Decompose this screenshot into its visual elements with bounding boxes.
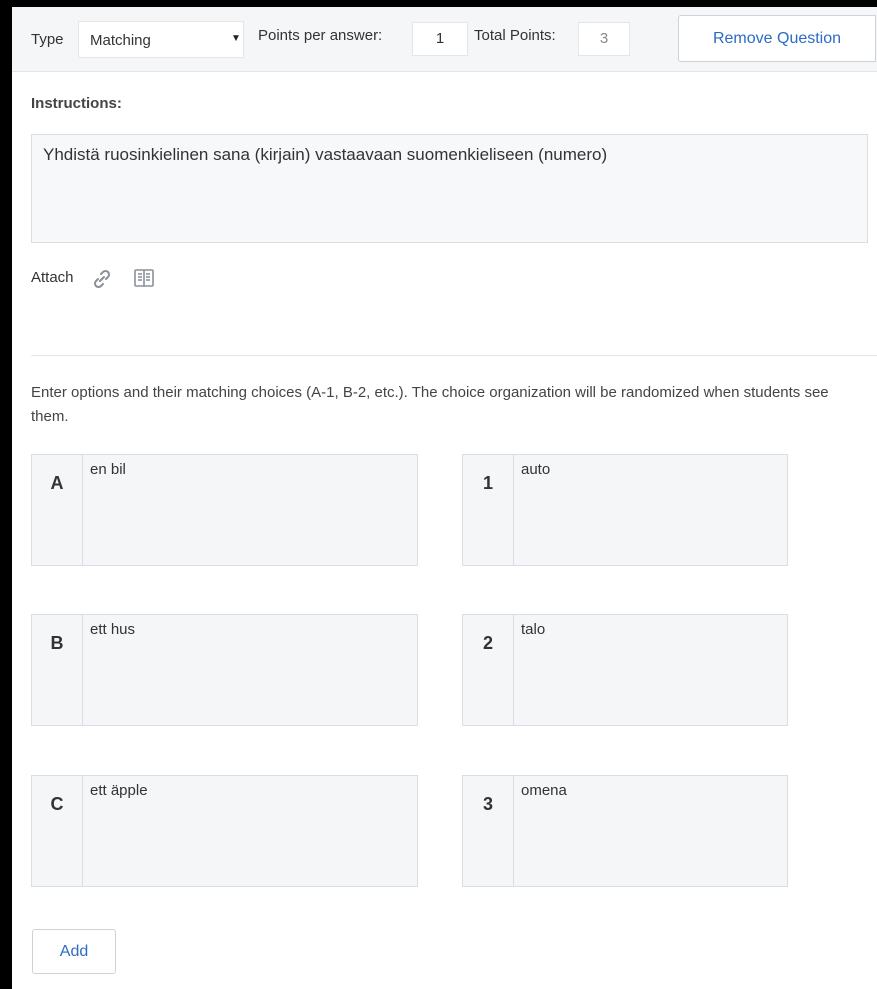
option-key: A bbox=[32, 455, 83, 565]
choice-field-2[interactable]: 2 talo bbox=[462, 614, 788, 726]
question-editor: Type Matching ▼ Points per answer: 1 Tot… bbox=[12, 7, 877, 989]
choice-text: talo bbox=[521, 621, 546, 638]
choice-key: 2 bbox=[463, 615, 514, 725]
option-key: B bbox=[32, 615, 83, 725]
matching-help-text: Enter options and their matching choices… bbox=[31, 384, 829, 425]
remove-question-button[interactable]: Remove Question bbox=[678, 15, 876, 62]
type-select[interactable]: Matching ▼ bbox=[78, 21, 244, 58]
option-key: C bbox=[32, 776, 83, 886]
choice-key: 1 bbox=[463, 455, 514, 565]
option-field-a[interactable]: A en bil bbox=[31, 454, 418, 566]
add-pair-button[interactable]: Add bbox=[32, 929, 116, 974]
attach-label: Attach bbox=[31, 269, 74, 286]
option-text: ett hus bbox=[90, 621, 136, 638]
type-select-value: Matching bbox=[90, 32, 151, 49]
chevron-down-icon: ▼ bbox=[231, 33, 241, 44]
choice-text: omena bbox=[521, 782, 567, 799]
choice-field-3[interactable]: 3 omena bbox=[462, 775, 788, 887]
points-per-answer-input[interactable]: 1 bbox=[412, 22, 468, 56]
book-icon[interactable] bbox=[132, 267, 156, 289]
option-text: en bil bbox=[90, 461, 126, 478]
option-field-c[interactable]: C ett äpple bbox=[31, 775, 418, 887]
instructions-textarea[interactable]: Yhdistä ruosinkielinen sana (kirjain) va… bbox=[31, 134, 868, 243]
choice-text: auto bbox=[521, 461, 551, 478]
choice-field-1[interactable]: 1 auto bbox=[462, 454, 788, 566]
question-toolbar: Type Matching ▼ Points per answer: 1 Tot… bbox=[12, 7, 877, 72]
choice-key: 3 bbox=[463, 776, 514, 886]
instructions-label: Instructions: bbox=[31, 95, 122, 112]
option-field-b[interactable]: B ett hus bbox=[31, 614, 418, 726]
points-per-answer-label: Points per answer: bbox=[258, 27, 383, 44]
option-text: ett äpple bbox=[90, 782, 148, 799]
total-points-label: Total Points: bbox=[474, 27, 556, 44]
section-divider bbox=[31, 355, 877, 356]
link-icon[interactable] bbox=[90, 267, 114, 291]
total-points-field: 3 bbox=[578, 22, 630, 56]
type-label: Type bbox=[31, 31, 64, 48]
